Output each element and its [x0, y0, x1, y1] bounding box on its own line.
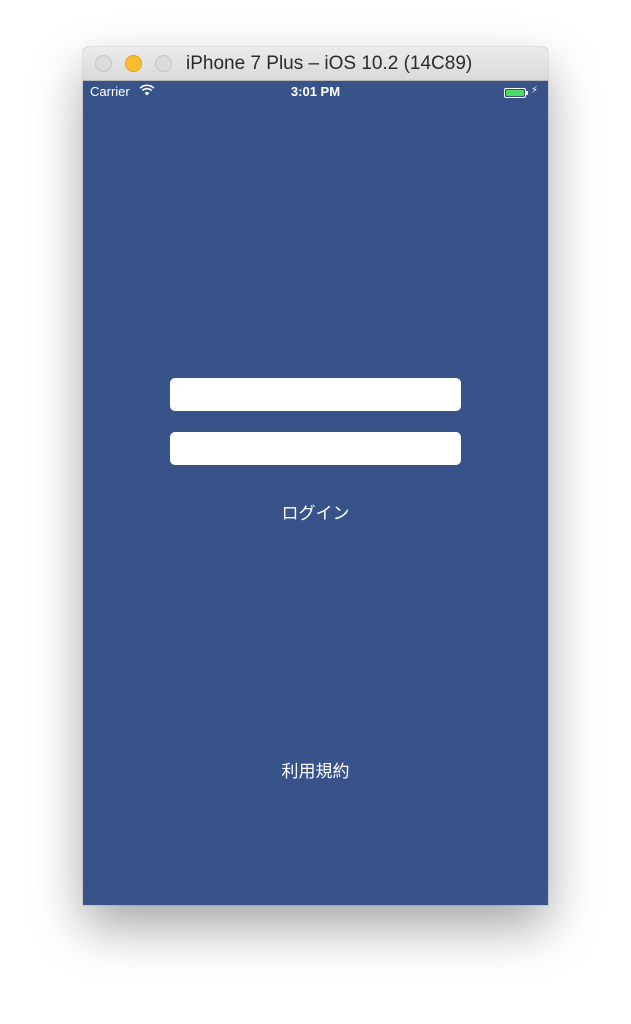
- battery-level-fill: [506, 90, 524, 96]
- password-field[interactable]: [170, 432, 461, 465]
- simulator-window: iPhone 7 Plus – iOS 10.2 (14C89) Carrier…: [83, 47, 548, 905]
- window-titlebar: iPhone 7 Plus – iOS 10.2 (14C89): [83, 47, 548, 81]
- battery-icon: [504, 88, 526, 98]
- username-field[interactable]: [170, 378, 461, 411]
- status-time: 3:01 PM: [290, 84, 341, 99]
- minimize-window-button[interactable]: [125, 55, 142, 72]
- battery-tip: [526, 91, 528, 95]
- charging-bolt-icon: ⚡: [531, 85, 539, 96]
- ios-status-bar: Carrier 3:01 PM ⚡: [83, 81, 548, 101]
- login-button[interactable]: ログイン: [83, 499, 548, 524]
- zoom-window-button[interactable]: [155, 55, 172, 72]
- terms-of-use-link[interactable]: 利用規約: [83, 757, 548, 782]
- window-title: iPhone 7 Plus – iOS 10.2 (14C89): [186, 53, 473, 74]
- close-window-button[interactable]: [95, 55, 112, 72]
